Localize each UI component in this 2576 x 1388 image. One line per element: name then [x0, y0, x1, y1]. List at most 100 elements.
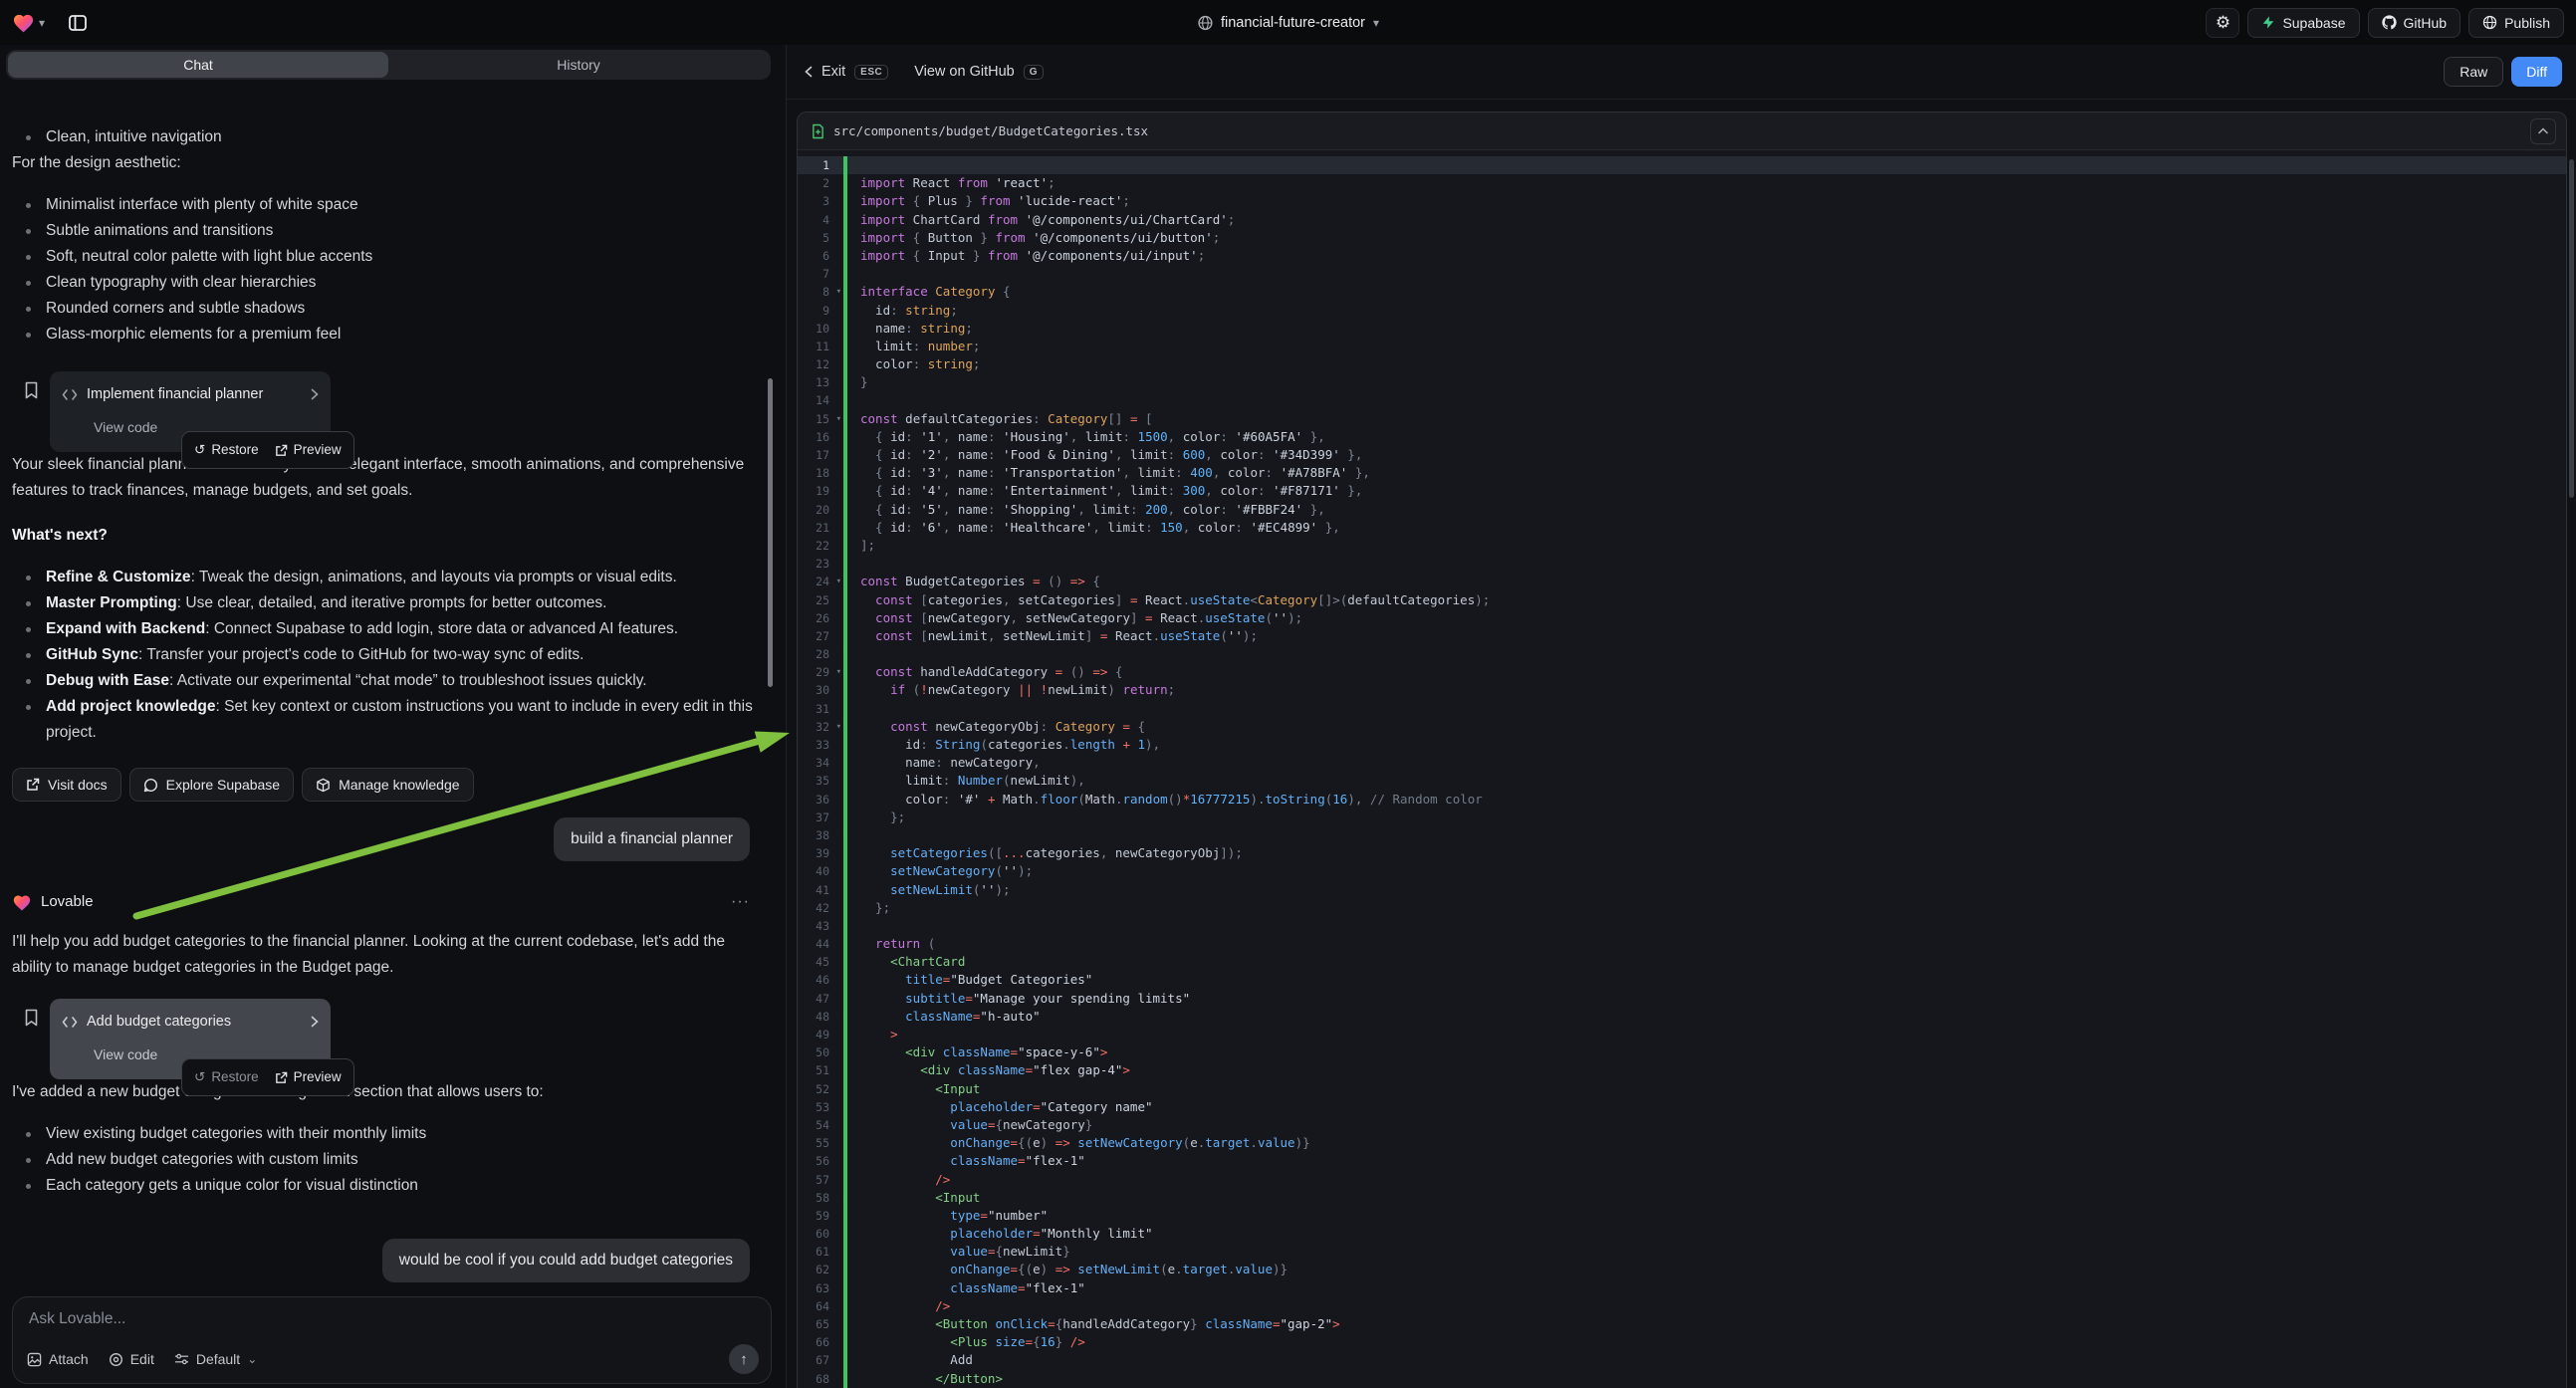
code-line: 50 <div className="space-y-6">: [798, 1043, 2566, 1061]
restore-button[interactable]: ↺ Restore: [194, 437, 259, 463]
preview-button[interactable]: Preview: [275, 1064, 342, 1090]
send-button[interactable]: ↑: [729, 1344, 759, 1374]
code-icon: [62, 1016, 78, 1029]
fold-caret-icon[interactable]: ▾: [836, 283, 841, 301]
chevron-down-icon: ▾: [1373, 16, 1379, 30]
exit-button[interactable]: Exit ESC: [805, 64, 888, 80]
line-number: 68: [798, 1370, 843, 1388]
github-button[interactable]: GitHub: [2368, 8, 2461, 38]
line-number: 12: [798, 355, 843, 373]
arrow-up-icon: ↑: [740, 1351, 748, 1368]
code-line: 55 onChange={(e) => setNewCategory(e.tar…: [798, 1134, 2566, 1152]
chat-history-tabs: Chat History: [6, 50, 771, 80]
sidebar-toggle-button[interactable]: [63, 8, 93, 38]
whats-next-list: Refine & Customize: Tweak the design, an…: [12, 565, 756, 746]
chat-scrollbar[interactable]: [768, 378, 773, 687]
mode-selector[interactable]: Default ⌄: [174, 1351, 257, 1367]
version-card-implement-financial-planner[interactable]: Implement financial planner View code ↺ …: [50, 371, 331, 452]
chat-bubble-icon: [143, 778, 158, 793]
code-panel: Exit ESC View on GitHub G Raw Diff: [787, 45, 2576, 1388]
code-scrollbar[interactable]: [2569, 159, 2574, 498]
code-line: 65 <Button onClick={handleAddCategory} c…: [798, 1315, 2566, 1333]
line-number: 18: [798, 464, 843, 482]
fold-caret-icon[interactable]: ▾: [836, 718, 841, 736]
manage-knowledge-button[interactable]: Manage knowledge: [302, 768, 473, 802]
bookmark-icon[interactable]: [12, 999, 50, 1079]
code-line: 3import { Plus } from 'lucide-react';: [798, 192, 2566, 210]
line-number: 50: [798, 1043, 843, 1061]
line-number: 32▾: [798, 718, 843, 736]
tab-chat[interactable]: Chat: [8, 52, 388, 78]
lovable-logo-menu[interactable]: ▾: [12, 12, 45, 33]
code-line: 37 };: [798, 809, 2566, 826]
line-number: 15▾: [798, 410, 843, 428]
panel-left-icon: [68, 13, 88, 33]
code-line: 61 value={newLimit}: [798, 1243, 2566, 1261]
code-editor[interactable]: 12import React from 'react';3import { Pl…: [798, 150, 2566, 1388]
code-line: 43: [798, 917, 2566, 935]
line-number: 3: [798, 192, 843, 210]
raw-toggle-button[interactable]: Raw: [2444, 57, 2503, 87]
attach-button[interactable]: Attach: [27, 1351, 89, 1367]
line-number: 53: [798, 1098, 843, 1116]
line-number: 17: [798, 446, 843, 464]
code-line: 20 { id: '5', name: 'Shopping', limit: 2…: [798, 501, 2566, 519]
visit-docs-button[interactable]: Visit docs: [12, 768, 121, 802]
line-number: 59: [798, 1207, 843, 1225]
line-number: 57: [798, 1171, 843, 1189]
line-number: 36: [798, 791, 843, 809]
list-item: GitHub Sync: Transfer your project's cod…: [12, 642, 756, 668]
code-line: 56 className="flex-1": [798, 1152, 2566, 1170]
code-line: 14: [798, 391, 2566, 409]
project-selector[interactable]: financial-future-creator ▾: [1197, 15, 1379, 31]
list-item: Rounded corners and subtle shadows: [12, 296, 756, 322]
settings-button[interactable]: ⚙: [2206, 8, 2239, 38]
edit-button[interactable]: Edit: [109, 1351, 154, 1367]
fold-caret-icon[interactable]: ▾: [836, 663, 841, 681]
whats-next-heading: What's next?: [12, 523, 756, 549]
restore-button[interactable]: ↺ Restore: [194, 1064, 259, 1090]
list-item: Minimalist interface with plenty of whit…: [12, 192, 756, 218]
prompt-input[interactable]: Ask Lovable...: [29, 1310, 755, 1328]
diff-toggle-button[interactable]: Diff: [2511, 57, 2562, 87]
line-number: 26: [798, 609, 843, 627]
line-number: 5: [798, 229, 843, 247]
code-line: 46 title="Budget Categories": [798, 971, 2566, 989]
publish-button[interactable]: Publish: [2468, 8, 2564, 38]
line-number: 23: [798, 555, 843, 573]
line-number: 6: [798, 247, 843, 265]
topbar: ▾ financial-future-creator ▾ ⚙: [0, 0, 2576, 45]
collapse-file-button[interactable]: [2530, 118, 2556, 144]
file-header[interactable]: src/components/budget/BudgetCategories.t…: [798, 113, 2566, 150]
external-link-icon: [26, 778, 40, 792]
fold-caret-icon[interactable]: ▾: [836, 410, 841, 428]
line-number: 24▾: [798, 573, 843, 590]
code-line: 33 id: String(categories.length + 1),: [798, 736, 2566, 754]
version-card-add-budget-categories[interactable]: Add budget categories View code ↺ Restor…: [50, 999, 331, 1079]
design-bullet-list: Minimalist interface with plenty of whit…: [12, 192, 756, 347]
code-line: 67 Add: [798, 1351, 2566, 1369]
more-options-icon[interactable]: ···: [731, 889, 750, 915]
code-line: 16 { id: '1', name: 'Housing', limit: 15…: [798, 428, 2566, 446]
chevron-up-icon: [2538, 127, 2548, 134]
code-line: 24▾const BudgetCategories = () => {: [798, 573, 2566, 590]
preview-button[interactable]: Preview: [275, 437, 342, 463]
line-number: 35: [798, 772, 843, 790]
code-line: 21 { id: '6', name: 'Healthcare', limit:…: [798, 519, 2566, 537]
file-path: src/components/budget/BudgetCategories.t…: [833, 123, 2521, 138]
line-number: 62: [798, 1261, 843, 1278]
tab-history[interactable]: History: [388, 52, 769, 78]
image-icon: [27, 1352, 42, 1367]
explore-supabase-button[interactable]: Explore Supabase: [129, 768, 294, 802]
line-number: 60: [798, 1225, 843, 1243]
supabase-icon: [2261, 15, 2275, 30]
line-number: 54: [798, 1116, 843, 1134]
fold-caret-icon[interactable]: ▾: [836, 573, 841, 590]
line-number: 25: [798, 591, 843, 609]
line-number: 42: [798, 899, 843, 917]
restore-icon: ↺: [194, 1064, 205, 1090]
bookmark-icon[interactable]: [12, 371, 50, 452]
list-item: Master Prompting: Use clear, detailed, a…: [12, 590, 756, 616]
supabase-button[interactable]: Supabase: [2247, 8, 2359, 38]
view-on-github-button[interactable]: View on GitHub G: [914, 64, 1044, 80]
